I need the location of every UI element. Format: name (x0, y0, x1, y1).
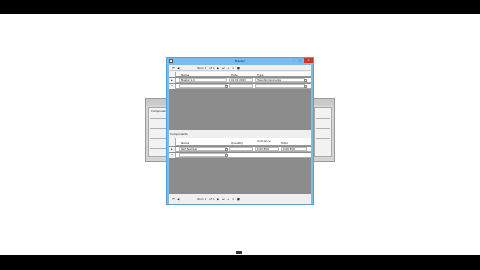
column-header-unit-price[interactable]: Unit price (257, 139, 271, 143)
maximize-button[interactable]: □ (297, 58, 303, 63)
next-record-icon[interactable]: ▶ (217, 66, 219, 70)
name-cell[interactable] (179, 84, 227, 88)
row-marker: ▸ (169, 78, 176, 83)
name-cell[interactable]: Master 1.0 (179, 78, 227, 82)
background-right-panel (314, 107, 332, 157)
type-cell[interactable] (255, 84, 305, 88)
date-cell[interactable]: 01.01.2020 (229, 78, 253, 82)
grid-corner[interactable] (169, 72, 176, 77)
part-dropdown-icon[interactable] (225, 148, 228, 151)
column-header-name[interactable]: Name (181, 73, 189, 77)
detail-grid-header: Name Quantity Unit price Total (169, 138, 311, 146)
row-marker: ▸ (169, 147, 176, 152)
type-dropdown-icon[interactable] (304, 85, 307, 88)
unit-price-cell[interactable]: 0.00 EUR (255, 147, 279, 151)
type-cell[interactable]: Hauptkomponente (255, 78, 305, 82)
add-record-icon[interactable]: + (227, 197, 230, 201)
last-record-icon[interactable]: ⏭ (222, 197, 225, 201)
scroll-indicator[interactable] (236, 251, 242, 254)
grid-header: Name Date Type (169, 72, 311, 77)
detail-grid[interactable]: Name Quantity Unit price Total ▸ Part Nu… (169, 138, 311, 194)
new-row-marker: * (169, 84, 176, 89)
new-row-marker: * (169, 153, 176, 158)
divider (316, 128, 330, 129)
divider (316, 138, 330, 139)
save-icon[interactable]: ■ (237, 197, 240, 201)
save-icon[interactable]: ■ (237, 66, 240, 70)
name-dropdown-icon[interactable] (225, 85, 228, 88)
quantity-cell[interactable] (229, 147, 253, 151)
record-count: of 1 (209, 66, 215, 70)
grid-corner[interactable] (169, 138, 176, 146)
column-header-type[interactable]: Type (257, 73, 263, 77)
bottom-letterbox (0, 255, 480, 270)
table-row[interactable]: * (169, 84, 311, 89)
part-dropdown-icon[interactable] (225, 154, 228, 157)
column-header-quantity[interactable]: Quantity (231, 141, 243, 145)
next-record-icon[interactable]: ▶ (217, 197, 219, 201)
master-grid[interactable]: Name Date Type ▸ Master 1.0 01.01.2020 H… (169, 72, 311, 130)
total-cell[interactable]: 0.00 EUR (281, 147, 307, 151)
delete-record-icon[interactable]: × (232, 197, 235, 201)
last-record-icon[interactable]: ⏭ (222, 66, 225, 70)
column-header-date[interactable]: Date (231, 73, 238, 77)
subsection-label: Components (170, 132, 188, 136)
date-cell[interactable] (229, 84, 253, 88)
detail-record-navigator: ⏮ ◀ Item 1 of 1 ▶ ⏭ + × ■ (169, 196, 311, 203)
column-header-name[interactable]: Name (181, 141, 189, 145)
first-record-icon[interactable]: ⏮ (172, 66, 175, 70)
master-window[interactable]: Master – □ × ⏮ ◀ Item 1 of 1 ▶ ⏭ + × ■ N… (166, 57, 314, 205)
record-position[interactable]: Item 1 (197, 197, 207, 201)
record-position[interactable]: Item 1 (197, 66, 207, 70)
type-dropdown-icon[interactable] (304, 79, 307, 82)
part-name-cell[interactable] (179, 153, 227, 157)
table-row[interactable]: ▸ Part Number 0.00 EUR 0.00 EUR (169, 147, 311, 152)
delete-record-icon[interactable]: × (232, 66, 235, 70)
table-row[interactable]: * (169, 153, 311, 158)
title-bar[interactable]: Master – □ × (167, 58, 313, 65)
window-client: ⏮ ◀ Item 1 of 1 ▶ ⏭ + × ■ Name Date Type… (169, 65, 311, 204)
previous-record-icon[interactable]: ◀ (177, 66, 179, 70)
record-navigator: ⏮ ◀ Item 1 of 1 ▶ ⏭ + × ■ (169, 65, 311, 71)
record-count: of 1 (209, 197, 215, 201)
previous-record-icon[interactable]: ◀ (177, 197, 179, 201)
table-row[interactable]: ▸ Master 1.0 01.01.2020 Hauptkomponente (169, 78, 311, 83)
first-record-icon[interactable]: ⏮ (172, 197, 175, 201)
column-header-total[interactable]: Total (281, 141, 288, 145)
divider (316, 118, 330, 119)
part-name-cell[interactable]: Part Number (179, 147, 227, 151)
close-button[interactable]: × (304, 58, 313, 63)
add-record-icon[interactable]: + (227, 66, 230, 70)
top-letterbox (0, 0, 480, 14)
